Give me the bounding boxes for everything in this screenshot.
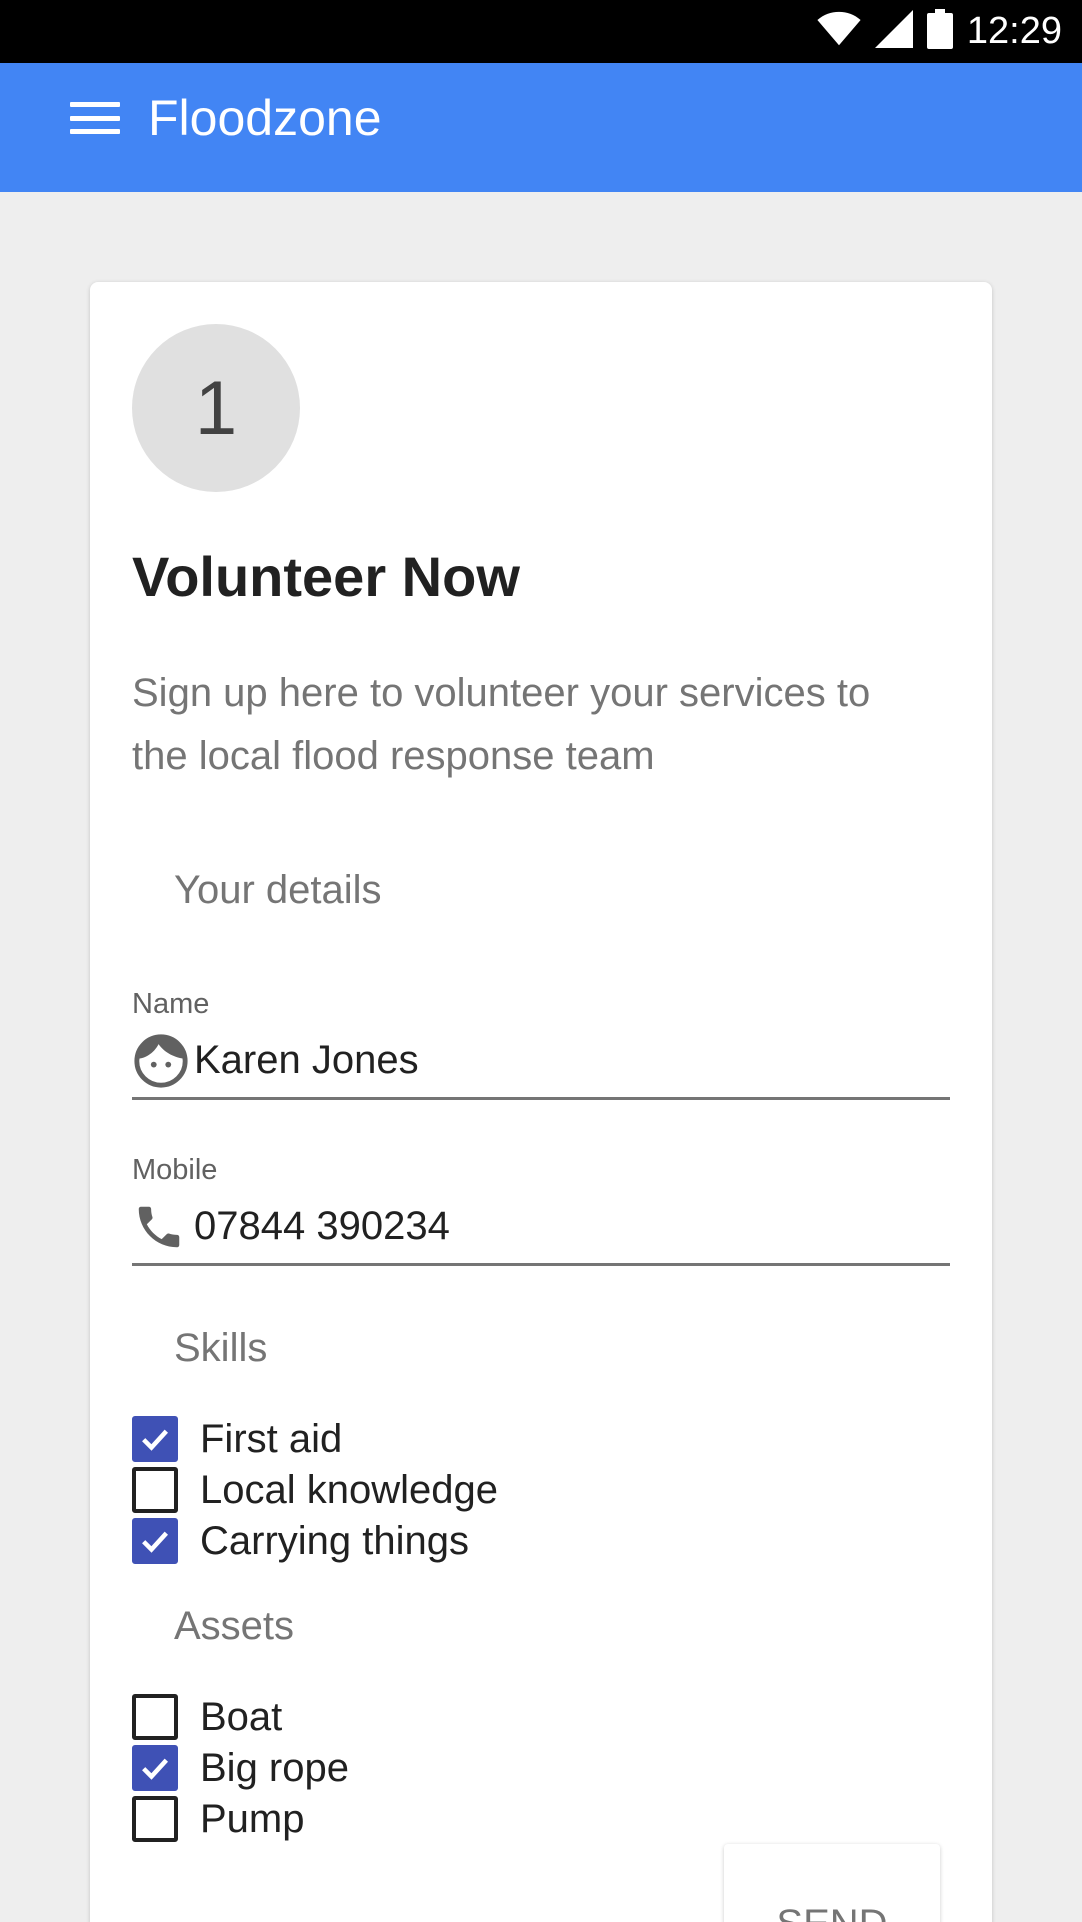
your-details-heading: Your details — [174, 868, 382, 912]
app-title: Floodzone — [148, 90, 382, 146]
cellular-signal-icon — [874, 10, 913, 53]
app-bar: Floodzone — [0, 63, 1082, 192]
status-time: 12:29 — [966, 10, 1062, 52]
card-title: Volunteer Now — [132, 545, 520, 608]
checkbox-local-knowledge[interactable] — [132, 1467, 178, 1513]
name-field-label: Name — [132, 988, 210, 1020]
asset-big-rope[interactable]: Big rope — [132, 1743, 349, 1793]
hamburger-menu-icon[interactable] — [70, 93, 120, 143]
card-description: Sign up here to volunteer your services … — [132, 671, 871, 778]
status-icons: 12:29 — [817, 0, 1062, 63]
mobile-field-row[interactable]: 07844 390234 — [132, 1190, 950, 1266]
skills-heading: Skills — [174, 1326, 268, 1370]
checkbox-first-aid[interactable] — [132, 1416, 178, 1462]
asset-pump[interactable]: Pump — [132, 1794, 305, 1844]
battery-icon — [926, 9, 953, 54]
checkbox-label: First aid — [200, 1416, 343, 1461]
checkbox-label: Boat — [200, 1694, 283, 1739]
phone-icon — [132, 1196, 194, 1258]
checkbox-carrying-things[interactable] — [132, 1518, 178, 1564]
mobile-input[interactable]: 07844 390234 — [194, 1204, 450, 1249]
skill-carrying-things[interactable]: Carrying things — [132, 1516, 469, 1566]
status-bar: 12:29 — [0, 0, 1082, 63]
checkbox-label: Pump — [200, 1796, 305, 1841]
name-field-row[interactable]: Karen Jones — [132, 1024, 950, 1100]
skill-first-aid[interactable]: First aid — [132, 1414, 342, 1464]
step-number-badge: 1 — [132, 324, 300, 492]
checkbox-big-rope[interactable] — [132, 1745, 178, 1791]
checkbox-label: Carrying things — [200, 1518, 470, 1563]
mobile-field[interactable]: Mobile 07844 390234 — [132, 1154, 950, 1266]
checkbox-label: Big rope — [200, 1745, 349, 1790]
asset-boat[interactable]: Boat — [132, 1692, 282, 1742]
checkbox-label: Local knowledge — [200, 1467, 498, 1512]
checkbox-boat[interactable] — [132, 1694, 178, 1740]
wifi-icon — [817, 11, 861, 52]
volunteer-card: 1 Volunteer Now Sign up here to voluntee… — [90, 282, 992, 1922]
name-input[interactable]: Karen Jones — [194, 1038, 419, 1083]
assets-heading: Assets — [174, 1604, 295, 1648]
face-icon — [132, 1030, 194, 1092]
checkbox-pump[interactable] — [132, 1796, 178, 1842]
mobile-field-label: Mobile — [132, 1154, 218, 1186]
send-button[interactable]: SEND — [724, 1844, 940, 1922]
skill-local-knowledge[interactable]: Local knowledge — [132, 1465, 498, 1515]
name-field[interactable]: Name Karen Jones — [132, 988, 950, 1100]
